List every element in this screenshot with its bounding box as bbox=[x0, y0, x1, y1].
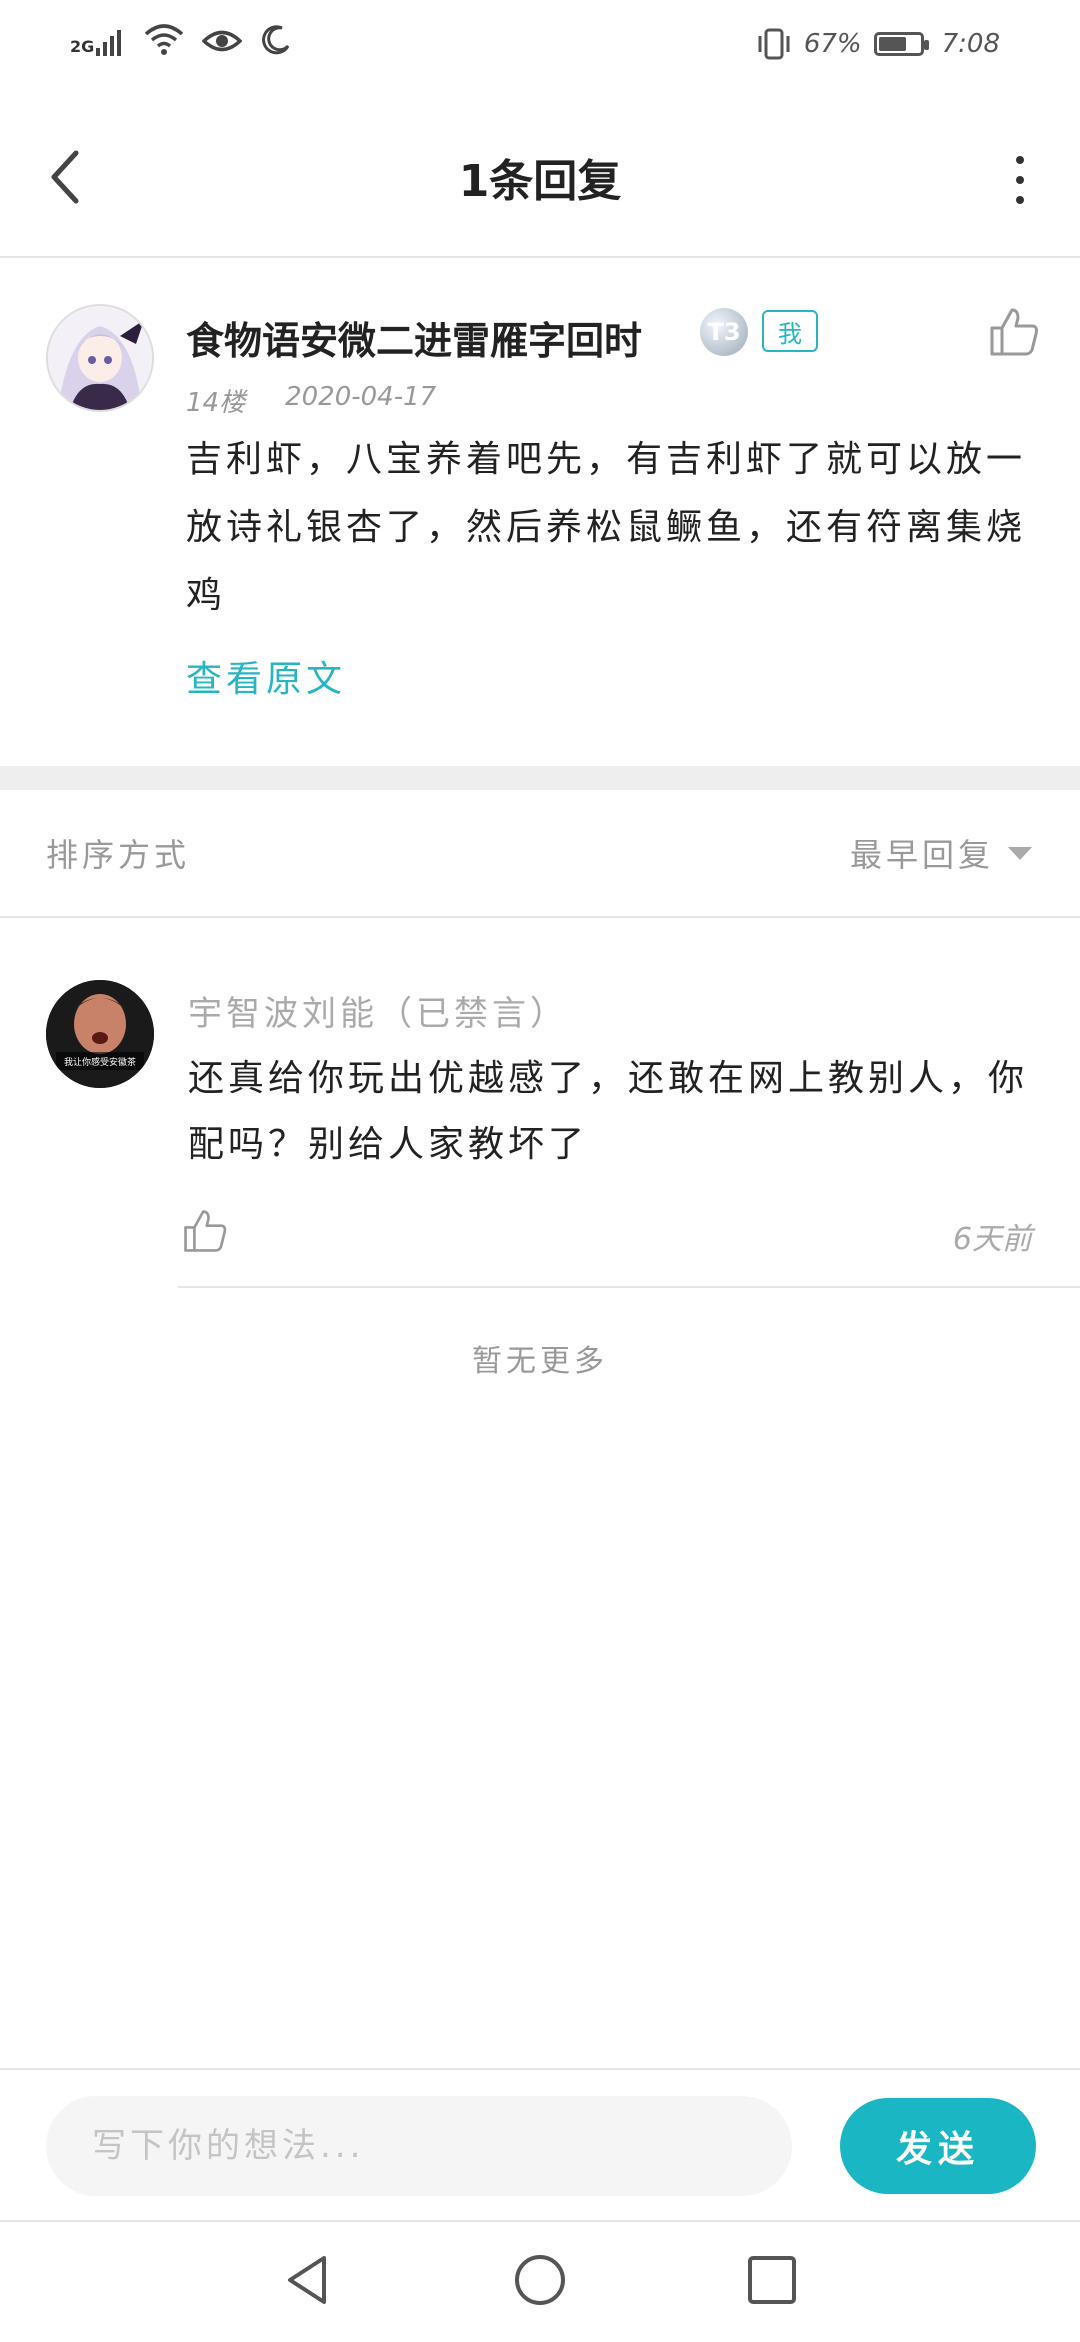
sort-selected-value: 最早回复 bbox=[849, 836, 994, 874]
moon-icon bbox=[262, 25, 290, 55]
reply-divider bbox=[178, 1286, 1080, 1288]
status-right-icons: 67% 7:08 bbox=[756, 28, 1000, 60]
section-divider bbox=[0, 766, 1080, 790]
reply-like-button[interactable] bbox=[182, 1208, 228, 1254]
nav-recents-button[interactable] bbox=[744, 2252, 800, 2308]
circle-home-icon bbox=[515, 2255, 565, 2305]
reply-item: 我让你感受安徽茶 宇智波刘能（已禁言） 还真给你玩出优越感了，还敢在网上教别人，… bbox=[0, 918, 1080, 1288]
comment-input[interactable] bbox=[46, 2096, 792, 2196]
signal-icon: 2G bbox=[70, 26, 126, 56]
post-content: 吉利虾，八宝养着吧先，有吉利虾了就可以放一放诗礼银杏了，然后养松鼠鳜鱼，还有符离… bbox=[186, 439, 1027, 616]
nav-back-button[interactable] bbox=[280, 2252, 336, 2308]
system-nav-bar bbox=[0, 2220, 1080, 2342]
more-dot bbox=[1016, 196, 1024, 204]
app-header: 1条回复 bbox=[0, 90, 1080, 258]
battery-icon bbox=[873, 32, 929, 56]
comment-input-bar: 发送 bbox=[0, 2068, 1080, 2220]
network-type-label: 2G bbox=[70, 37, 95, 56]
level-badge: T3 bbox=[700, 308, 748, 356]
meme-avatar-image: 我让你感受安徽茶 bbox=[46, 980, 154, 1088]
no-more-text: 暂无更多 bbox=[472, 1344, 608, 1379]
view-original-link[interactable]: 查看原文 bbox=[186, 650, 346, 702]
reply-author-name[interactable]: 宇智波刘能（已禁言） bbox=[188, 986, 568, 1035]
avatar[interactable] bbox=[46, 304, 154, 412]
more-options-button[interactable] bbox=[1005, 150, 1035, 210]
post-author-name[interactable]: 食物语安微二进雷雁字回时 bbox=[186, 310, 642, 365]
sort-bar: 排序方式 最早回复 bbox=[0, 790, 1080, 918]
post-meta: 14楼 2020-04-17 bbox=[186, 382, 436, 419]
me-badge: 我 bbox=[762, 310, 818, 352]
more-vertical-icon bbox=[1016, 156, 1024, 164]
main-post: 食物语安微二进雷雁字回时 T3 我 14楼 2020-04-17 吉利虾，八宝养… bbox=[0, 258, 1080, 766]
more-dot bbox=[1016, 176, 1024, 184]
triangle-back-icon bbox=[288, 2256, 326, 2304]
post-date: 2020-04-17 bbox=[285, 382, 437, 412]
thumbs-up-icon bbox=[990, 308, 1038, 356]
avatar-caption: 我让你感受安徽茶 bbox=[64, 1056, 136, 1068]
eye-icon bbox=[202, 30, 243, 52]
post-like-button[interactable] bbox=[988, 306, 1040, 358]
battery-fill bbox=[878, 37, 906, 51]
caret-down-icon bbox=[1008, 846, 1032, 860]
status-time: 7:08 bbox=[941, 29, 1000, 59]
reply-timestamp: 6天前 bbox=[952, 1222, 1032, 1257]
avatar[interactable]: 我让你感受安徽茶 bbox=[46, 980, 154, 1088]
thumbs-up-icon bbox=[184, 1210, 227, 1252]
battery-percent: 67% bbox=[803, 29, 862, 59]
status-bar: 2G 67% 7:08 bbox=[0, 0, 1080, 90]
page-title: 1条回复 bbox=[458, 156, 622, 207]
post-floor: 14楼 bbox=[186, 388, 246, 418]
sort-dropdown[interactable]: 最早回复 bbox=[850, 830, 1032, 876]
square-recents-icon bbox=[748, 2256, 796, 2304]
status-left-icons: 2G bbox=[70, 22, 292, 56]
vibrate-icon bbox=[758, 28, 790, 60]
reply-content: 还真给你玩出优越感了，还敢在网上教别人，你配吗？别给人家教坏了 bbox=[188, 1058, 1029, 1165]
anime-avatar-image bbox=[48, 306, 152, 410]
send-button[interactable]: 发送 bbox=[840, 2098, 1036, 2194]
sort-label: 排序方式 bbox=[46, 836, 191, 874]
nav-home-button[interactable] bbox=[512, 2252, 568, 2308]
wifi-icon bbox=[145, 24, 184, 55]
